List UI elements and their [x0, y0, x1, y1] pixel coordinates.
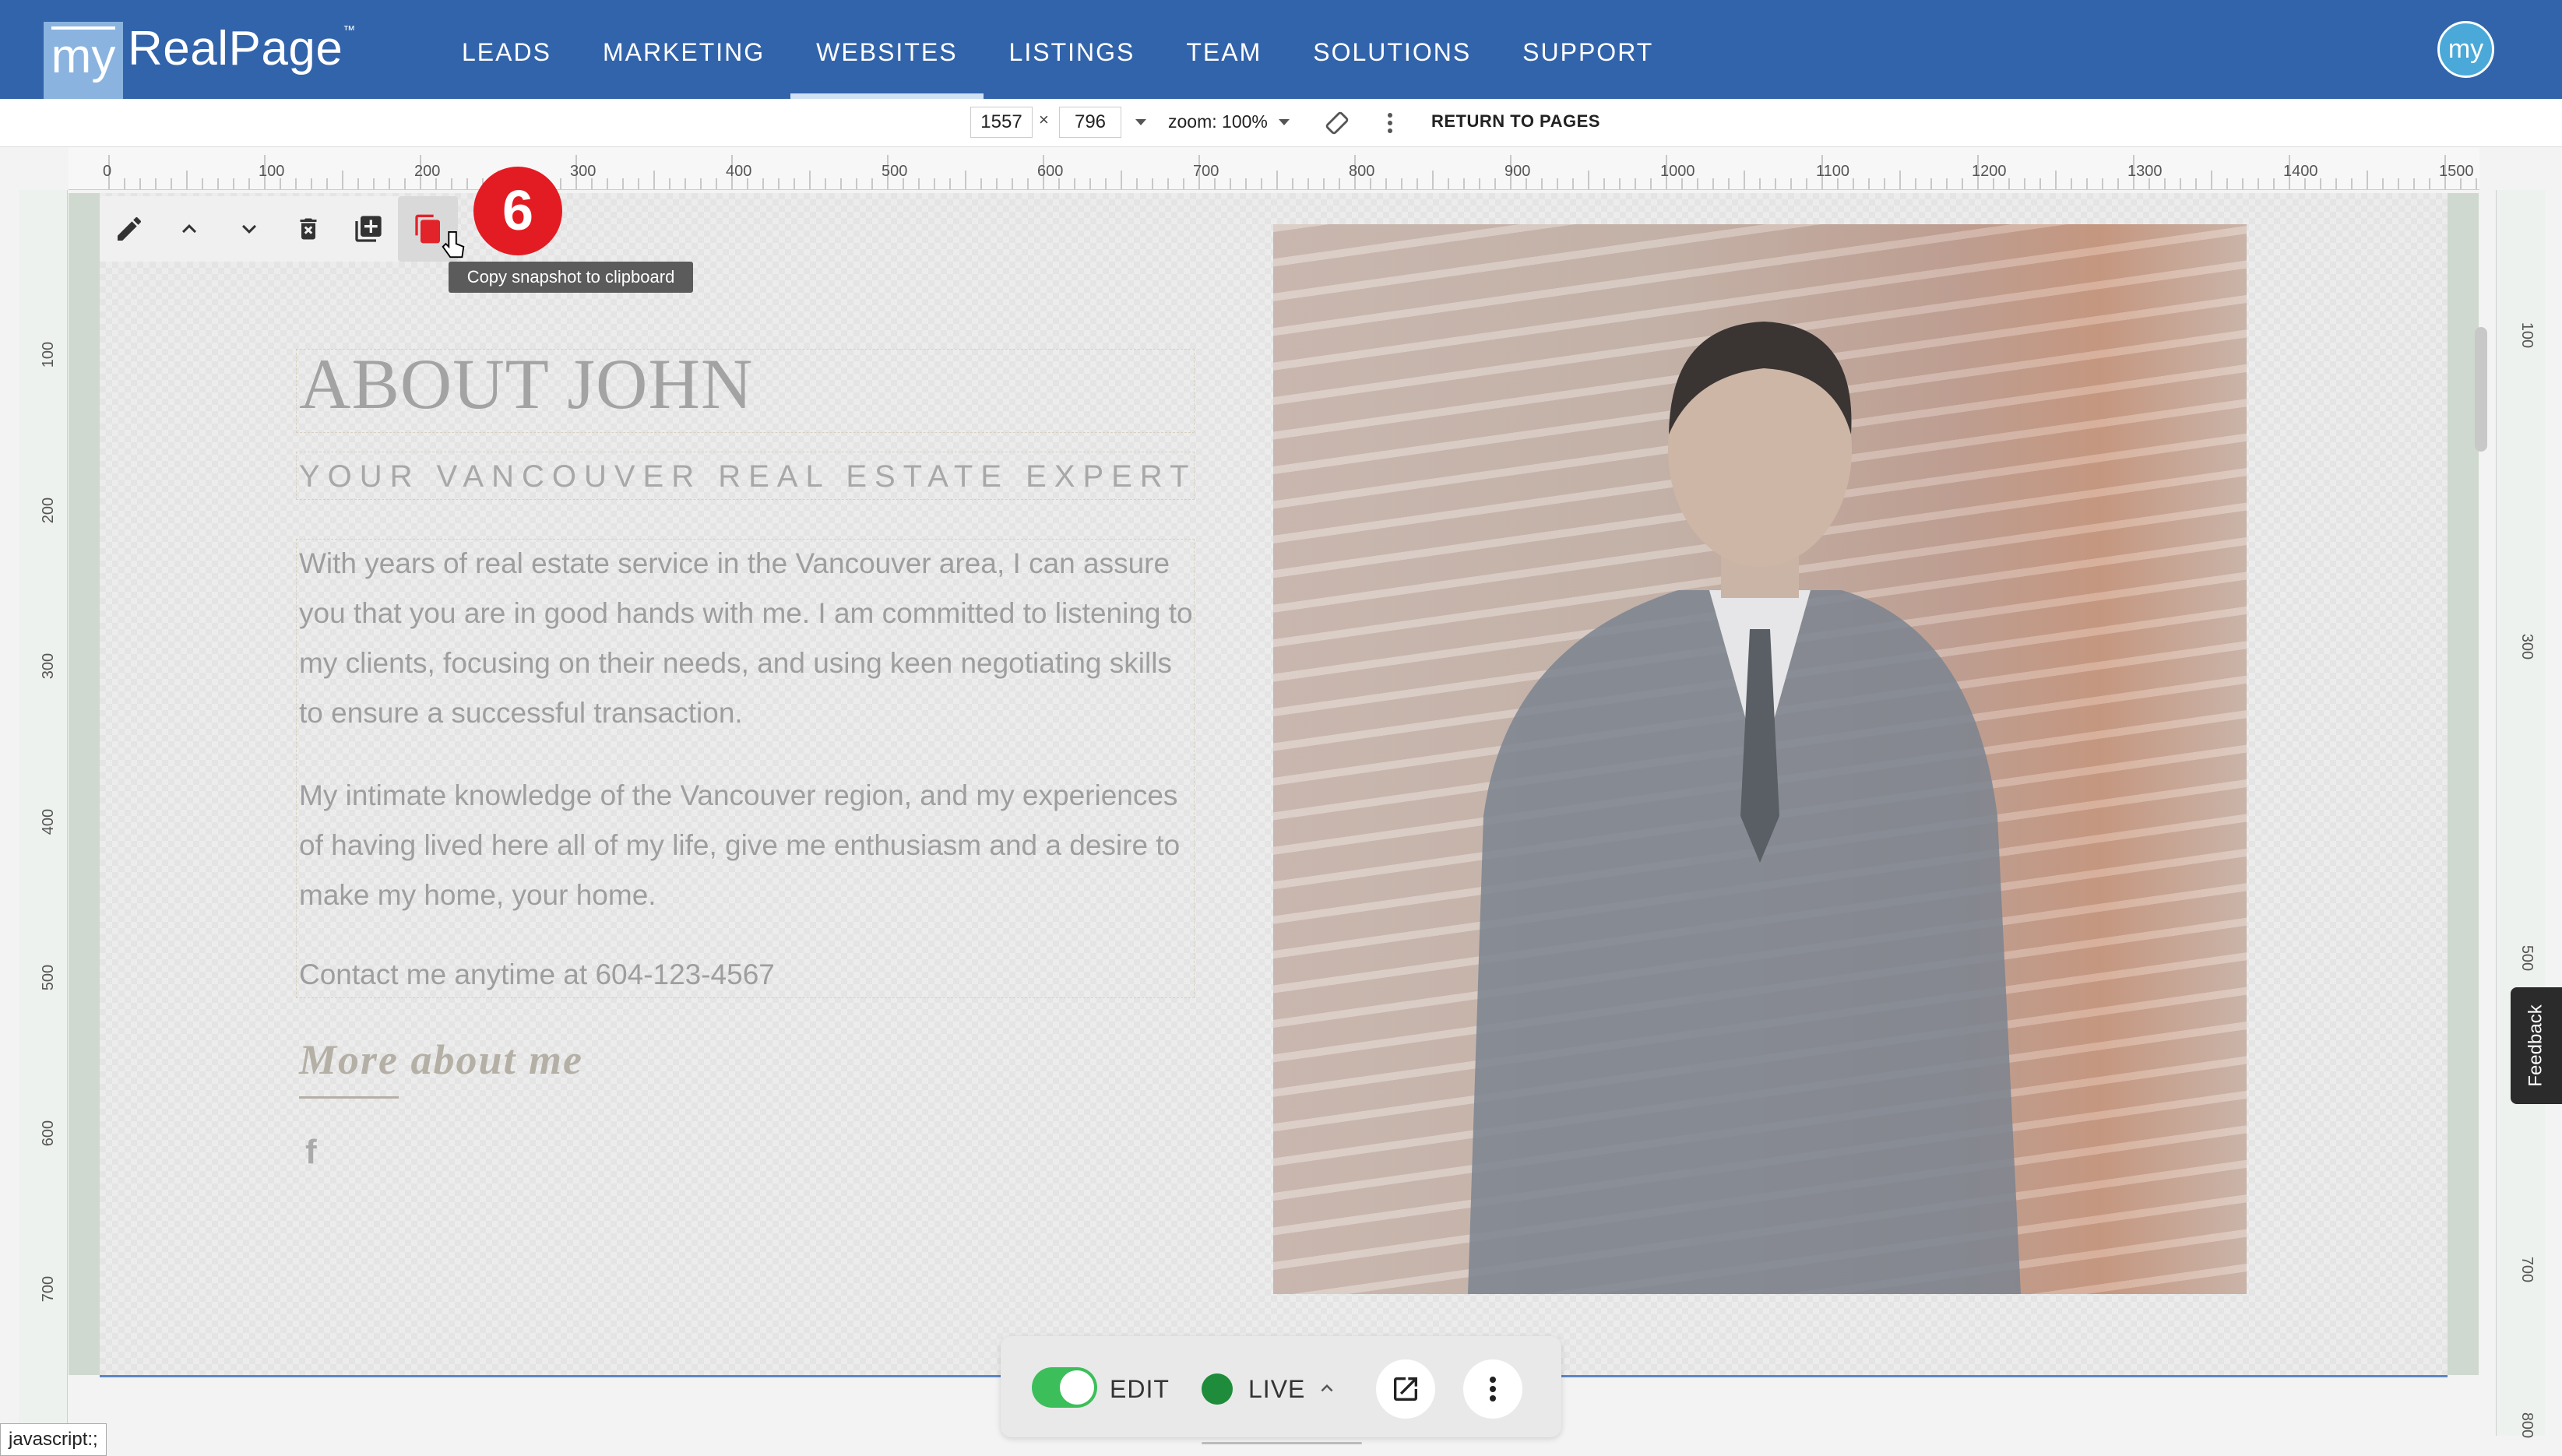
portrait-photo[interactable] — [1273, 224, 2247, 1294]
ruler-label: 600 — [1037, 163, 1064, 180]
ruler-label: 1400 — [2283, 163, 2318, 180]
ruler-label: 700 — [40, 1275, 58, 1303]
horizontal-ruler: 0 100 200 300 400 500 600 700 800 900 10… — [69, 147, 2479, 190]
ruler-label: 600 — [40, 1120, 58, 1147]
step-number-badge: 6 — [473, 167, 562, 255]
publish-control-bar: EDIT LIVE — [1001, 1336, 1561, 1444]
ruler-label: 100 — [259, 163, 285, 180]
edit-label: EDIT — [1110, 1375, 1170, 1403]
nav-support[interactable]: SUPPORT — [1497, 0, 1679, 99]
duplicate-button[interactable] — [339, 196, 399, 262]
right-vertical-ruler: 100 300 500 700 800 — [2496, 190, 2545, 1439]
return-to-pages-button[interactable]: RETURN TO PAGES — [1431, 111, 1600, 132]
ruler-label: 1200 — [1972, 163, 2007, 180]
chevron-down-icon — [241, 224, 256, 234]
editor-toolbar: 1557 × 796 zoom: 100% RETURN TO PAGES — [0, 99, 2562, 147]
ruler-label: 700 — [1193, 163, 1219, 180]
ruler-label: 0 — [103, 163, 112, 180]
move-down-button[interactable] — [219, 196, 279, 262]
edit-button[interactable] — [100, 196, 160, 262]
open-external-icon — [1394, 1377, 1417, 1401]
logo-trademark: ™ — [343, 24, 356, 37]
logo-my-text: my — [51, 26, 116, 84]
ruler-label: 500 — [2518, 944, 2536, 972]
about-title[interactable]: ABOUT JOHN — [299, 343, 753, 425]
more-link-underline — [299, 1096, 399, 1099]
drag-handle[interactable] — [1202, 1442, 1362, 1444]
ruler-label: 200 — [40, 497, 58, 524]
main-nav: LEADS MARKETING WEBSITES LISTINGS TEAM S… — [436, 0, 1679, 99]
size-dropdown-icon[interactable] — [1135, 119, 1146, 125]
logo-text: RealPage — [128, 22, 343, 76]
left-vertical-ruler: 100 200 300 400 500 600 700 — [19, 190, 68, 1436]
rotate-device-icon[interactable] — [1324, 110, 1350, 136]
about-paragraph-1[interactable]: With years of real estate service in the… — [299, 539, 1195, 738]
man-in-suit-illustration — [1468, 322, 2021, 1294]
dimension-times: × — [1039, 110, 1049, 129]
height-input[interactable]: 796 — [1059, 107, 1121, 138]
delete-icon — [300, 218, 317, 240]
ruler-label: 1000 — [1660, 163, 1695, 180]
ruler-label: 1100 — [1816, 163, 1850, 180]
nav-leads[interactable]: LEADS — [436, 0, 577, 99]
pencil-icon — [118, 216, 142, 241]
live-label[interactable]: LIVE — [1248, 1375, 1305, 1404]
more-actions-button[interactable] — [1463, 1359, 1522, 1419]
realpage-logo[interactable]: my RealPage ™ — [44, 22, 355, 100]
zoom-dropdown-icon[interactable] — [1279, 119, 1290, 125]
ruler-label: 400 — [40, 808, 58, 835]
delete-button[interactable] — [279, 196, 339, 262]
more-vert-icon — [1490, 1377, 1496, 1401]
contact-text[interactable]: Contact me anytime at 604-123-4567 — [299, 950, 1195, 1000]
ruler-label: 200 — [414, 163, 441, 180]
canvas-scrollbar[interactable] — [2475, 327, 2487, 452]
element-toolbar — [100, 196, 459, 262]
more-options-icon[interactable] — [1386, 111, 1394, 135]
chevron-up-icon — [182, 224, 196, 234]
globe-icon — [1202, 1373, 1233, 1405]
copy-snapshot-icon — [415, 214, 440, 244]
ruler-label: 100 — [2518, 322, 2536, 349]
feedback-tab[interactable]: Feedback — [2511, 987, 2562, 1104]
ruler-label: 100 — [40, 341, 58, 368]
about-subtitle[interactable]: YOUR VANCOUVER REAL ESTATE EXPERT — [299, 459, 1196, 494]
nav-websites[interactable]: WEBSITES — [790, 0, 984, 99]
nav-marketing[interactable]: MARKETING — [577, 0, 790, 99]
feedback-label: Feedback — [2525, 1004, 2546, 1087]
ruler-label: 300 — [570, 163, 597, 180]
ruler-label: 300 — [2518, 633, 2536, 660]
facebook-icon[interactable]: f — [305, 1133, 317, 1172]
ruler-label: 1300 — [2127, 163, 2163, 180]
ruler-label: 1500 — [2439, 163, 2474, 180]
toggle-knob — [1060, 1370, 1094, 1405]
user-avatar[interactable]: my — [2437, 21, 2494, 78]
ruler-label: 800 — [1349, 163, 1375, 180]
nav-listings[interactable]: LISTINGS — [984, 0, 1161, 99]
about-paragraph-2[interactable]: My intimate knowledge of the Vancouver r… — [299, 771, 1195, 920]
width-input[interactable]: 1557 — [970, 107, 1033, 138]
ruler-label: 500 — [882, 163, 908, 180]
chevron-up-icon[interactable] — [1315, 1377, 1339, 1400]
ruler-label: 400 — [726, 163, 752, 180]
ruler-label: 900 — [1504, 163, 1531, 180]
status-bar-url: javascript:; — [0, 1423, 107, 1456]
nav-solutions[interactable]: SOLUTIONS — [1287, 0, 1497, 99]
move-up-button[interactable] — [160, 196, 220, 262]
ruler-label: 500 — [40, 964, 58, 991]
top-navigation-bar: my RealPage ™ LEADS MARKETING WEBSITES L… — [0, 0, 2562, 100]
more-about-me-link[interactable]: More about me — [299, 1036, 583, 1084]
hand-cursor-icon — [442, 230, 465, 258]
duplicate-icon — [355, 216, 382, 242]
copy-snapshot-tooltip: Copy snapshot to clipboard — [449, 262, 693, 293]
ruler-label: 700 — [2518, 1256, 2536, 1283]
canvas-right-gutter — [2448, 193, 2479, 1375]
canvas-left-gutter — [69, 193, 100, 1375]
ruler-label: 800 — [2518, 1412, 2536, 1439]
open-external-button[interactable] — [1376, 1359, 1435, 1419]
logo-my-box: my — [44, 22, 123, 100]
zoom-select[interactable]: zoom: 100% — [1168, 111, 1268, 132]
edit-toggle[interactable] — [1032, 1367, 1097, 1408]
ruler-label: 300 — [40, 652, 58, 680]
nav-team[interactable]: TEAM — [1160, 0, 1287, 99]
